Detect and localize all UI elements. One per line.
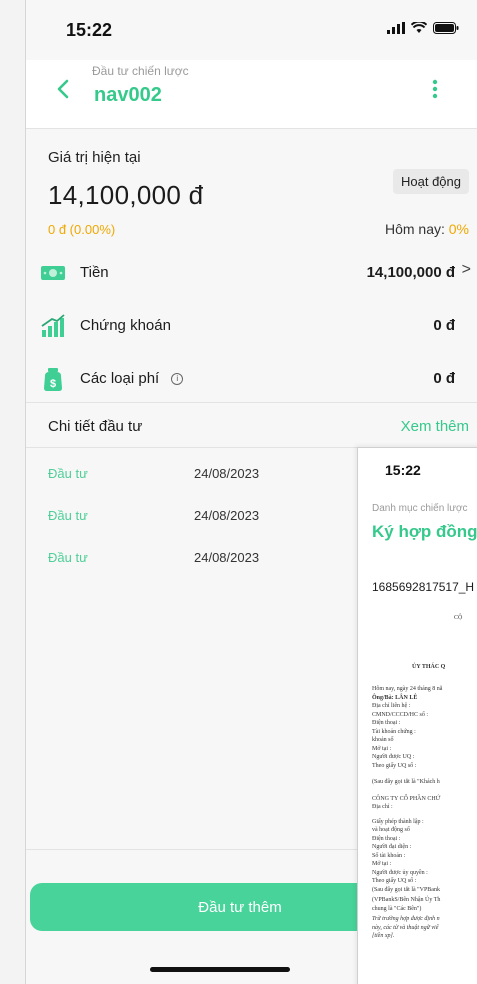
app-header: Đầu tư chiến lược nav002: [26, 60, 477, 128]
more-button[interactable]: [425, 74, 445, 104]
wifi-icon: [411, 22, 427, 33]
doc-line: (Sau đây gọi tắt là "VPBank: [372, 886, 440, 893]
status-badge: Hoạt động: [393, 169, 469, 194]
stock-chart-icon: [41, 314, 65, 337]
battery-icon: [433, 22, 459, 34]
current-value-label: Giá trị hiện tại: [48, 149, 141, 166]
doc-line: CỘ: [454, 615, 463, 621]
doc-line: chung là "Các Bên"): [372, 905, 422, 912]
asset-name: Các loại phí i: [80, 370, 184, 387]
doc-line: Giấy phép thành lập :: [372, 818, 424, 825]
today-percent: 0%: [448, 221, 469, 237]
doc-line: Địa chỉ :: [372, 804, 393, 810]
asset-row-securities[interactable]: Chứng khoán 0 đ: [26, 307, 477, 351]
doc-line: khoản số: [372, 737, 394, 743]
asset-row-fees[interactable]: $ Các loại phí i 0 đ: [26, 360, 477, 404]
asset-value: 0 đ: [433, 370, 455, 387]
doc-line: (VPBankS/Bên Nhận Ủy Th: [372, 897, 441, 903]
header-subtitle: Đầu tư chiến lược: [92, 64, 189, 78]
doc-line: Người được ủy quyền :: [372, 869, 428, 876]
cash-icon: [41, 266, 65, 280]
transaction-type: Đầu tư: [48, 508, 88, 523]
contract-code: 1685692817517_H: [372, 580, 475, 594]
svg-text:$: $: [50, 378, 56, 390]
doc-line: Mở tại :: [372, 861, 392, 867]
chevron-right-icon: >: [461, 261, 471, 278]
asset-row-cash[interactable]: Tiền 14,100,000 đ >: [26, 254, 477, 298]
doc-line: Tài khoản chứng :: [372, 728, 416, 735]
status-bar: 15:22: [26, 0, 477, 60]
doc-line: và hoạt động số: [372, 827, 410, 833]
doc-line: Số tài khoản :: [372, 852, 406, 859]
back-button[interactable]: [48, 74, 78, 104]
doc-line: này, các từ và thuật ngữ viế: [372, 924, 439, 931]
today-change: Hôm nay: 0%: [385, 221, 469, 237]
transaction-date: 24/08/2023: [194, 508, 260, 523]
contract-document: CỘ ỦY THÁC Q Hôm nay, ngày 24 tháng 8 nă…: [372, 608, 477, 984]
current-value: 14,100,000 đ: [48, 180, 204, 210]
chevron-left-icon: [57, 79, 69, 99]
transaction-type: Đầu tư: [48, 550, 88, 565]
asset-name-text: Các loại phí: [80, 370, 160, 387]
doc-line: Ông/Bà: LÂN LÊ: [372, 694, 418, 701]
asset-name: Chứng khoán: [80, 317, 171, 334]
page-title: nav002: [94, 84, 162, 106]
see-more-link[interactable]: Xem thêm: [401, 418, 469, 435]
money-bag-icon: $: [44, 368, 62, 391]
doc-line: [tiền xp].: [372, 933, 395, 939]
transaction-date: 24/08/2023: [194, 466, 260, 481]
asset-value: 0 đ: [433, 317, 455, 334]
investment-detail-title: Chi tiết đầu tư: [48, 418, 143, 435]
today-label: Hôm nay:: [384, 221, 445, 237]
doc-line: Điện thoại :: [372, 720, 401, 726]
doc-line: Người đại diện :: [372, 844, 412, 850]
status-time: 15:22: [66, 20, 113, 40]
home-indicator: [150, 967, 290, 972]
info-icon[interactable]: i: [171, 373, 184, 385]
transaction-date: 24/08/2023: [194, 550, 260, 565]
doc-line: Người được UQ :: [372, 754, 415, 760]
contract-screen-preview: 15:22 Danh mục chiến lược Ký hợp đồng 16…: [357, 447, 477, 984]
doc-line: Địa chỉ liên hệ :: [372, 703, 411, 709]
overlay-title: Ký hợp đồng: [372, 522, 477, 541]
header-divider: [26, 128, 477, 129]
asset-value: 14,100,000 đ: [366, 264, 455, 281]
doc-line: Mở tại :: [372, 745, 392, 752]
overlay-subtitle: Danh mục chiến lược: [372, 503, 468, 514]
asset-name: Tiền: [80, 264, 109, 281]
more-vertical-icon: [432, 79, 438, 99]
value-change: 0 đ (0.00%): [48, 222, 116, 237]
doc-line: (Sau đây gọi tắt là "Khách h: [372, 779, 440, 785]
transaction-type: Đầu tư: [48, 466, 88, 481]
doc-line: CMND/CCCD/HC số :: [372, 711, 429, 718]
doc-line: Theo giấy UQ số :: [372, 878, 417, 884]
doc-line: CÔNG TY CỔ PHẦN CHỨ: [372, 795, 441, 802]
signal-icon: [387, 22, 405, 34]
doc-line: Hôm nay, ngày 24 tháng 8 nă: [372, 686, 443, 692]
section-divider: [26, 402, 477, 403]
doc-line: Theo giấy UQ số :: [372, 762, 417, 769]
doc-line: Trừ trường hợp được định n: [372, 916, 440, 922]
doc-line: ỦY THÁC Q: [412, 663, 446, 670]
doc-line: Điện thoại :: [372, 835, 401, 842]
status-icons: [387, 22, 459, 34]
overlay-status-time: 15:22: [385, 462, 421, 478]
